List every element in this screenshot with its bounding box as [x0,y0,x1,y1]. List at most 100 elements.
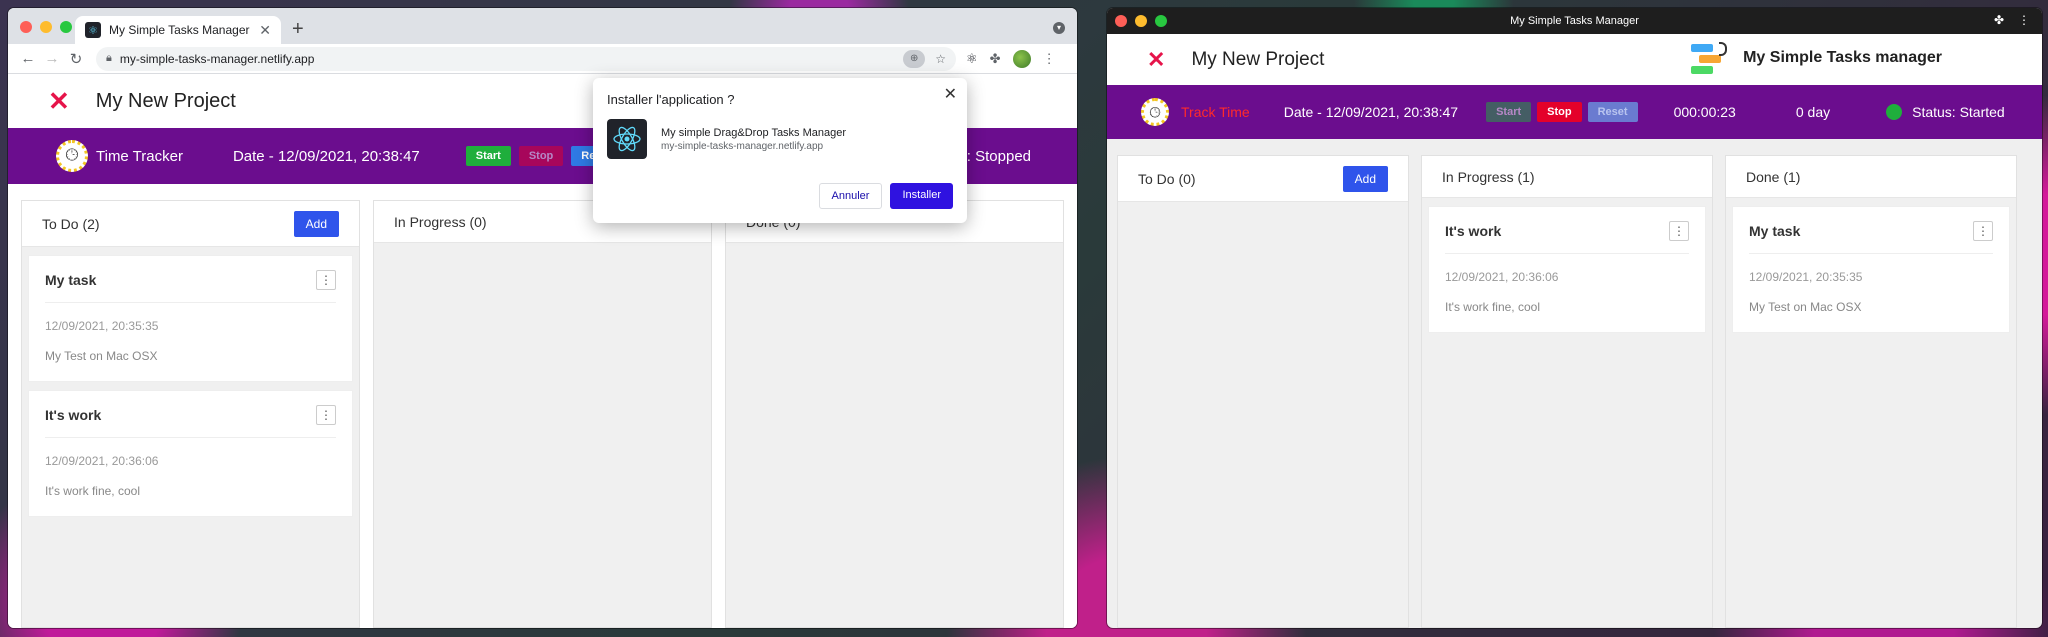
dialog-close-icon[interactable]: ✕ [944,84,957,104]
close-window-button[interactable] [20,21,32,33]
clock-icon: 🕒︎ [56,140,88,172]
column-in-progress: In Progress (1) It's work ⋮ 12/09/2021, … [1421,155,1713,628]
column-header: To Do (2) Add [22,201,359,247]
card-menu-icon[interactable]: ⋮ [1669,221,1689,241]
new-tab-button[interactable]: + [292,18,304,41]
close-project-icon[interactable]: ✕ [1147,47,1165,73]
address-bar[interactable]: 🔒︎ my-simple-tasks-manager.netlify.app ⊕… [96,46,956,71]
task-card[interactable]: It's work ⋮ 12/09/2021, 20:36:06 It's wo… [1428,206,1706,333]
minimize-window-button[interactable] [40,21,52,33]
close-window-button[interactable] [1115,15,1127,27]
task-card[interactable]: My task ⋮ 12/09/2021, 20:35:35 My Test o… [28,255,353,382]
day-count: 0 day [1795,104,1831,120]
maximize-window-button[interactable] [60,21,72,33]
clock-icon: 🕒︎ [1141,98,1169,126]
card-description: It's work fine, cool [1445,300,1540,314]
column-title: In Progress (1) [1442,168,1535,185]
brand-title: My Simple Tasks manager [1743,49,1942,66]
kanban-board: To Do (0) Add In Progress (1) It's work … [1107,139,2042,628]
start-button[interactable]: Start [1486,102,1532,122]
bookmark-star-icon[interactable]: ☆ [935,52,946,66]
task-card[interactable]: It's work ⋮ 12/09/2021, 20:36:06 It's wo… [28,390,353,517]
tab-bar: ⚛ My Simple Tasks Manager ✕ + ▾ [8,8,1077,44]
card-date: 12/09/2021, 20:36:06 [45,454,159,468]
card-description: My Test on Mac OSX [1749,300,1862,314]
column-header: In Progress (1) [1422,156,1712,198]
card-title: My task [45,272,97,288]
card-date: 12/09/2021, 20:36:06 [1445,270,1559,284]
cancel-button[interactable]: Annuler [818,183,883,209]
card-date: 12/09/2021, 20:35:35 [1749,270,1863,284]
tab-close-icon[interactable]: ✕ [259,22,271,39]
card-title: It's work [1445,223,1502,239]
tracker-label: Time Tracker [96,147,183,165]
browser-menu-icon[interactable]: ⋮ [1043,51,1056,67]
card-menu-icon[interactable]: ⋮ [316,270,336,290]
status-dot-icon [1886,104,1903,120]
tracker-date: Date - 12/09/2021, 20:38:47 [1283,104,1459,120]
card-description: My Test on Mac OSX [45,349,158,363]
app-header: ✕ My New Project My Simple Tasks manager [1107,34,2042,85]
tab-search-icon[interactable]: ▾ [1053,22,1065,34]
track-time-label: Track Time [1181,104,1250,120]
window-titlebar: My Simple Tasks Manager ✤ ⋮ [1107,8,2042,34]
maximize-window-button[interactable] [1155,15,1167,27]
app-window: My Simple Tasks Manager ✤ ⋮ ✕ My New Pro… [1107,8,2042,628]
lock-icon: 🔒︎ [106,52,112,64]
tracker-date: Date - 12/09/2021, 20:38:47 [232,147,420,165]
project-title: My New Project [95,89,236,112]
project-title: My New Project [1191,48,1325,70]
browser-toolbar: ← → ↻ 🔒︎ my-simple-tasks-manager.netlify… [8,44,1077,74]
card-menu-icon[interactable]: ⋮ [1973,221,1993,241]
minimize-window-button[interactable] [1135,15,1147,27]
url-text: my-simple-tasks-manager.netlify.app [119,51,315,66]
column-header: To Do (0) Add [1118,156,1408,202]
brand: My Simple Tasks manager [1691,40,1942,76]
column-done: Done (1) My task ⋮ 12/09/2021, 20:35:35 … [1725,155,2017,628]
stop-button[interactable]: Stop [1537,102,1582,122]
time-tracker-bar: 🕒︎ Track Time Date - 12/09/2021, 20:38:4… [1107,85,2042,139]
profile-avatar[interactable] [1012,49,1031,68]
back-arrow-icon[interactable]: ← [16,50,40,67]
card-title: It's work [45,407,102,423]
extensions-puzzle-icon[interactable]: ✤ [1994,13,2004,27]
window-title: My Simple Tasks Manager [1510,15,1639,27]
forward-arrow-icon[interactable]: → [40,50,64,67]
task-card[interactable]: My task ⋮ 12/09/2021, 20:35:35 My Test o… [1732,206,2010,333]
elapsed-time: 000:00:23 [1673,104,1736,120]
install-button[interactable]: Installer [890,183,953,209]
window-controls [20,21,72,33]
card-date: 12/09/2021, 20:35:35 [45,319,159,333]
install-app-icon[interactable]: ⊕ [903,49,926,68]
dialog-app-name: My simple Drag&Drop Tasks Manager [661,126,847,139]
app-menu-icon[interactable]: ⋮ [2018,13,2030,27]
card-title: My task [1749,223,1801,239]
react-favicon-icon: ⚛ [85,22,101,38]
extensions-puzzle-icon[interactable]: ✤ [990,51,1001,67]
card-description: It's work fine, cool [45,484,140,498]
reload-icon[interactable]: ↻ [64,50,88,68]
column-in-progress: In Progress (0) [373,200,712,628]
dialog-app-url: my-simple-tasks-manager.netlify.app [661,140,824,152]
column-todo: To Do (2) Add My task ⋮ 12/09/2021, 20:3… [21,200,360,628]
window-controls [1115,15,1167,27]
column-header: Done (1) [1726,156,2016,198]
stop-button[interactable]: Stop [518,146,564,166]
react-devtools-icon[interactable]: ⚛ [966,51,978,67]
start-button[interactable]: Start [465,146,511,166]
column-title: To Do (0) [1138,170,1196,187]
add-task-button[interactable]: Add [293,210,339,237]
add-task-button[interactable]: Add [1342,165,1388,192]
tracker-status: s: Stopped [959,147,1031,165]
status-text: Status: Started [1912,104,2005,120]
tasks-logo-icon [1691,40,1729,76]
column-todo: To Do (0) Add [1117,155,1409,628]
card-menu-icon[interactable]: ⋮ [316,405,336,425]
browser-tab[interactable]: ⚛ My Simple Tasks Manager ✕ [75,16,281,44]
column-done: Done (0) [725,200,1064,628]
install-app-dialog: Installer l'application ? ✕ My simple Dr… [593,78,967,223]
column-title: Done (1) [1746,168,1801,185]
dialog-title: Installer l'application ? [607,92,735,107]
reset-button[interactable]: Reset [1587,102,1638,122]
close-project-icon[interactable]: ✕ [48,86,70,117]
